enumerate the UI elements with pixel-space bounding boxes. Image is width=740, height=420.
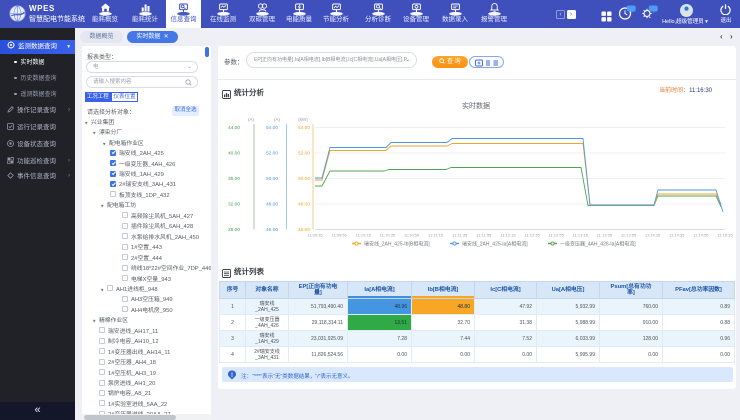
svg-text:(kW): (kW): [298, 117, 308, 122]
svg-text:瑞安线_2AH_425-Ia[A相电流]: 瑞安线_2AH_425-Ia[A相电流]: [462, 241, 528, 248]
svg-text:11:14:35: 11:14:35: [669, 233, 685, 238]
svg-text:50.00: 50.00: [266, 176, 278, 182]
svg-text:28.00: 28.00: [228, 227, 240, 233]
svg-text:11:09:55: 11:09:55: [331, 233, 347, 238]
svg-text:54.00: 54.00: [266, 125, 278, 131]
svg-text:11:11:55: 11:11:55: [476, 233, 492, 238]
svg-text:52.00: 52.00: [266, 151, 278, 157]
svg-text:32.00: 32.00: [228, 202, 240, 208]
svg-text:50.00: 50.00: [298, 176, 310, 182]
svg-text:11:12:35: 11:12:35: [524, 233, 540, 238]
svg-text:11:11:35: 11:11:35: [452, 233, 468, 238]
svg-text:实时数据: 实时数据: [462, 101, 490, 110]
svg-text:11:10:35: 11:10:35: [380, 233, 396, 238]
svg-text:11:10:15: 11:10:15: [356, 233, 372, 238]
svg-text:11:15:15: 11:15:15: [717, 233, 733, 238]
svg-text:11:13:55: 11:13:55: [621, 233, 637, 238]
svg-text:11:11:15: 11:11:15: [428, 233, 444, 238]
svg-text:11:10:55: 11:10:55: [404, 233, 420, 238]
svg-text:瑞安线_2AH_425-Ib[B相电流]: 瑞安线_2AH_425-Ib[B相电流]: [364, 241, 430, 248]
svg-text:(A): (A): [274, 117, 281, 122]
svg-text:11:13:15: 11:13:15: [573, 233, 589, 238]
svg-text:11:09:35: 11:09:35: [307, 233, 323, 238]
svg-text:11:14:15: 11:14:15: [645, 233, 661, 238]
svg-text:48.00: 48.00: [298, 202, 310, 208]
svg-text:46.00: 46.00: [266, 227, 278, 233]
svg-text:!: !: [231, 372, 233, 378]
svg-text:11:12:55: 11:12:55: [549, 233, 565, 238]
svg-text:52.00: 52.00: [298, 151, 310, 157]
svg-text:44.00: 44.00: [228, 125, 240, 131]
svg-text:11:14:55: 11:14:55: [693, 233, 709, 238]
svg-text:11:13:35: 11:13:35: [597, 233, 613, 238]
svg-text:一级变压器_4AH_426-Ia[A相电流]: 一级变压器_4AH_426-Ia[A相电流]: [560, 241, 636, 248]
svg-text:48.00: 48.00: [266, 202, 278, 208]
svg-text:36.00: 36.00: [228, 176, 240, 182]
svg-text:40.00: 40.00: [228, 151, 240, 157]
svg-text:(A): (A): [248, 117, 255, 122]
svg-text:54.00: 54.00: [298, 125, 310, 131]
svg-text:11:12:15: 11:12:15: [500, 233, 516, 238]
